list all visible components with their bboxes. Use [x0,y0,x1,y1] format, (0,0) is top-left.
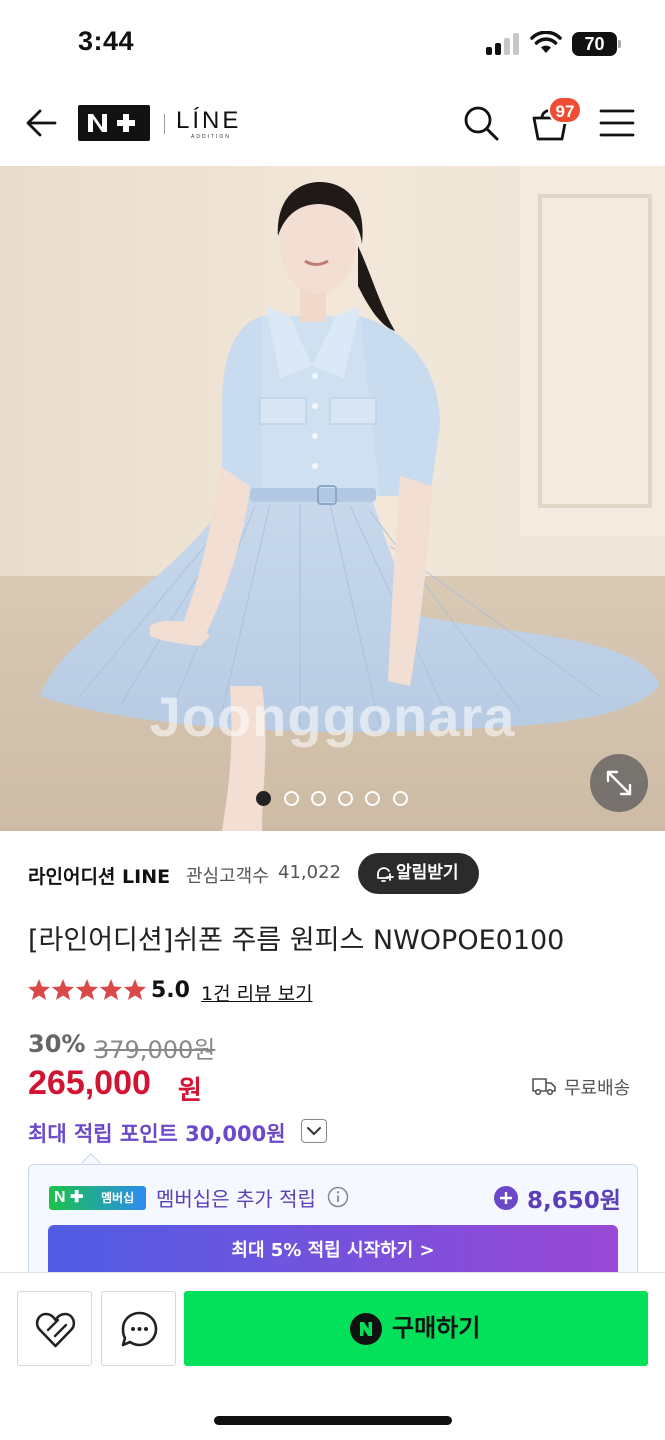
expand-icon [606,770,632,796]
membership-points: 8,650원 [527,1188,621,1214]
menu-icon[interactable] [598,106,636,140]
rating-row: 5.0 1건 리뷰 보기 [28,976,428,1008]
app-header: LÍNE ADDITION 97 [0,84,665,166]
wishlist-button[interactable] [17,1291,92,1366]
naver-plus-membership-badge: N ✚ 멤버십 [49,1186,146,1210]
notify-button[interactable]: 알림받기 [358,853,479,894]
review-link[interactable]: 1건 리뷰 보기 [201,979,313,1006]
product-image[interactable]: Joonggonara [0,166,665,831]
price-unit: 원 [178,1076,202,1106]
membership-start-button[interactable]: 최대 5% 적립 시작하기 > [48,1225,618,1279]
info-icon[interactable] [327,1186,349,1208]
cellular-signal-icon [486,33,522,55]
points-label: 최대 적립 포인트 30,000원 [28,1122,286,1146]
search-icon[interactable] [462,104,500,142]
back-arrow-icon[interactable] [24,106,58,140]
line-logo-text: LÍNE [176,107,242,134]
buy-label: 구매하기 [392,1314,481,1342]
membership-text: 멤버십은 추가 적립 [156,1187,316,1211]
chat-bubble-icon [121,1311,158,1347]
store-row: 라인어디션 LINE 관심고객수 41,022 알림받기 [28,852,648,894]
buy-button[interactable]: 구매하기 [184,1291,648,1366]
original-price: 379,000원 [94,1036,216,1064]
expand-image-button[interactable] [590,754,648,812]
heart-icon [35,1312,76,1348]
sale-price: 265,000 [28,1064,151,1102]
status-time: 3:44 [78,26,135,56]
points-row[interactable]: 최대 적립 포인트 30,000원 [28,1116,348,1148]
notify-label: 알림받기 [396,863,459,883]
shipping-label: 무료배송 [564,1078,631,1099]
watermark: Joonggonara [149,685,516,748]
line-logo-subtext: ADDITION [191,134,231,140]
cart-count-badge: 97 [548,96,582,124]
line-addition-logo[interactable]: LÍNE ADDITION [176,108,246,144]
membership-badge-label: 멤버십 [101,1191,135,1205]
pagination-dot[interactable] [256,791,271,806]
follower-count: 41,022 [278,862,341,883]
rating-value: 5.0 [151,978,190,1003]
status-bar: 3:44 70 [0,0,665,84]
product-title: [라인어디션]쉬폰 주름 원피스 NWOPOE0100 [28,925,565,956]
pagination-dot[interactable] [393,791,408,806]
follower-label: 관심고객수 [186,866,269,887]
pagination-dot[interactable] [311,791,326,806]
nplus-mark-icon: N ✚ [54,1189,84,1206]
naver-plus-store-logo[interactable] [78,105,150,141]
discount-rate: 30% [28,1030,86,1058]
talk-button[interactable] [101,1291,176,1366]
pagination-dot[interactable] [365,791,380,806]
brand-divider [164,114,165,134]
bottom-action-bar: 구매하기 [0,1272,665,1440]
pagination-dot[interactable] [338,791,353,806]
points-expand-toggle[interactable] [301,1119,327,1143]
pagination-dot[interactable] [284,791,299,806]
naver-pay-icon [350,1313,382,1345]
battery-level: 70 [572,32,617,56]
bell-plus-icon [377,867,394,882]
image-pagination[interactable] [256,791,416,806]
chevron-down-icon [307,1127,321,1135]
rating-stars-icon [28,979,146,1000]
store-name[interactable]: 라인어디션 LINE [28,862,170,889]
shipping-info: 무료배송 [532,1072,652,1100]
battery-icon: 70 [572,32,622,56]
truck-icon [532,1078,556,1096]
wifi-icon [530,31,562,53]
plus-circle-icon [494,1186,518,1210]
home-indicator [214,1416,452,1425]
